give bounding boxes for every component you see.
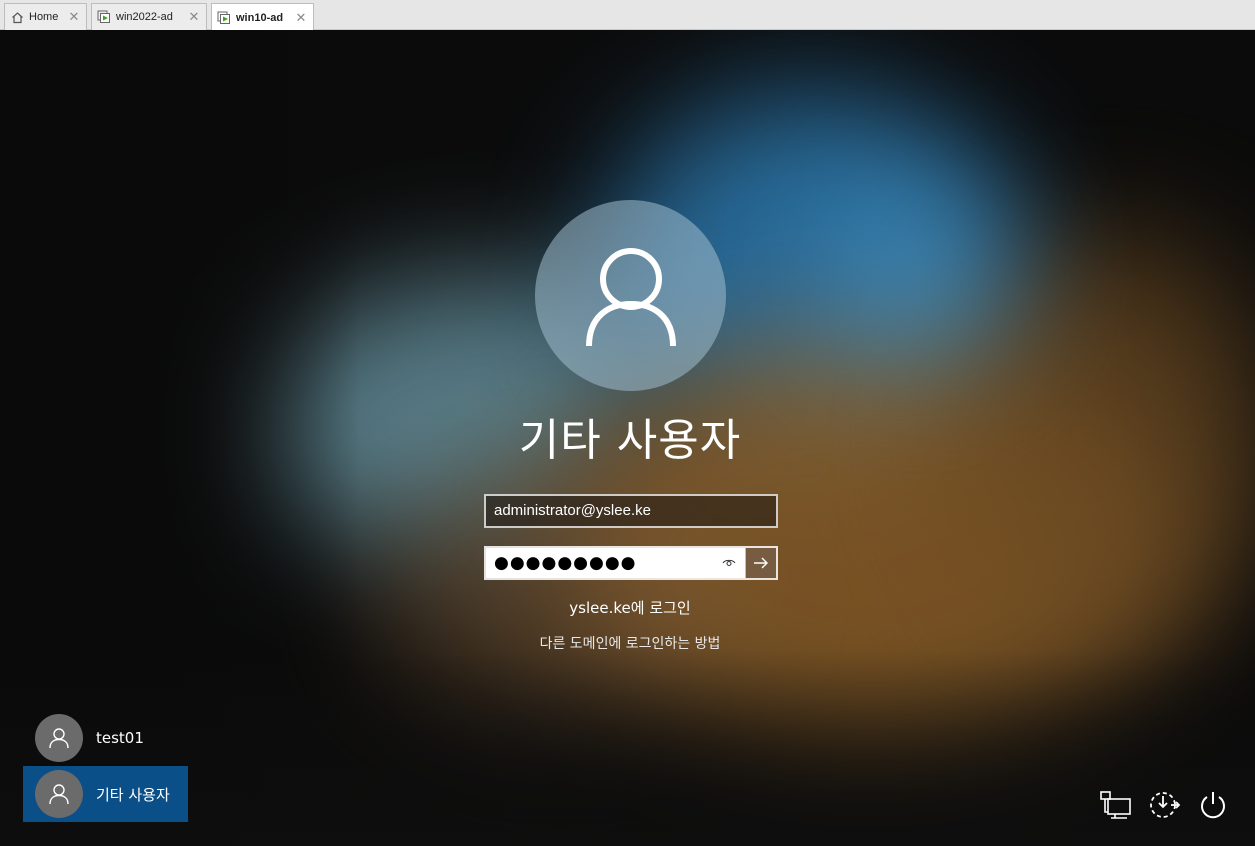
other-domain-link[interactable]: 다른 도메인에 로그인하는 방법 [430, 633, 830, 653]
vm-icon [217, 11, 231, 25]
background-blur [820, 170, 1020, 370]
arrow-right-icon [754, 557, 768, 569]
power-icon[interactable] [1196, 788, 1230, 822]
close-icon[interactable]: ✕ [188, 9, 200, 24]
vm-icon [97, 10, 111, 24]
username-field[interactable]: administrator@yslee.ke [484, 494, 778, 528]
user-avatar [35, 770, 83, 818]
user-tile-label: 기타 사용자 [96, 785, 170, 804]
password-field[interactable]: ●●●●●●●●● [486, 548, 745, 578]
vm-console-screen[interactable]: 기타 사용자 administrator@yslee.ke ●●●●●●●●● … [0, 30, 1255, 846]
password-mask: ●●●●●●●●● [494, 553, 637, 573]
close-icon[interactable]: ✕ [295, 10, 307, 25]
home-icon [10, 10, 24, 24]
signin-domain-text: yslee.ke에 로그인 [569, 599, 691, 617]
password-box: ●●●●●●●●● [484, 546, 778, 580]
user-tile-other-user[interactable]: 기타 사용자 [23, 766, 188, 822]
background-shade [0, 650, 1255, 846]
user-avatar-large [535, 200, 726, 391]
user-icon [49, 784, 69, 805]
tab-bar: Home ✕ win2022-ad ✕ win10-ad ✕ [0, 0, 1255, 31]
network-icon[interactable] [1099, 788, 1133, 822]
user-tile-label: test01 [96, 729, 144, 747]
close-icon[interactable]: ✕ [68, 9, 80, 24]
user-icon [49, 728, 69, 749]
submit-arrow-button[interactable] [745, 548, 776, 578]
tab-home[interactable]: Home ✕ [4, 3, 87, 30]
user-tile-test01[interactable]: test01 [23, 710, 188, 766]
tab-win10-ad[interactable]: win10-ad ✕ [211, 3, 314, 31]
ease-of-access-icon[interactable] [1147, 788, 1181, 822]
tab-label: win2022-ad [116, 11, 173, 23]
tab-label: win10-ad [236, 11, 284, 24]
tab-label: Home [29, 11, 59, 23]
tab-win2022-ad[interactable]: win2022-ad ✕ [91, 3, 207, 30]
user-avatar [35, 714, 83, 762]
user-display-name: 기타 사용자 [518, 415, 742, 466]
user-icon [585, 247, 676, 346]
reveal-password-icon[interactable] [721, 555, 737, 571]
